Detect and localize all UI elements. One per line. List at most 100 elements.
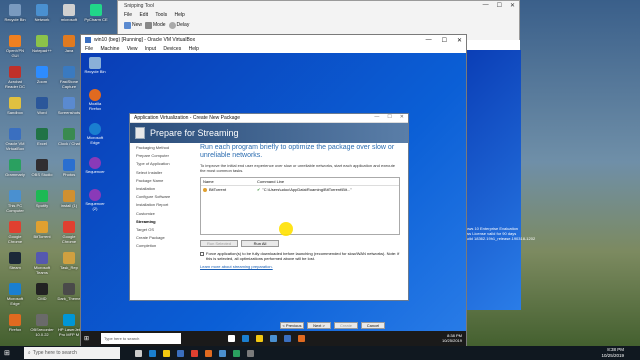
guest-firefox-icon[interactable]: Mozilla Firefox [84,89,106,111]
menu-view[interactable]: View [127,46,138,52]
minimize-icon[interactable]: — [426,37,432,44]
menu-input[interactable]: Input [145,46,156,52]
desktop-shortcut[interactable]: Sandbox [2,95,28,125]
dialog-banner: Prepare for Streaming [130,123,408,143]
host-taskbar-app-icon[interactable] [204,349,212,357]
desktop-shortcut[interactable]: Zoom [29,64,55,94]
guest-clock[interactable]: 8:38 PM 10/25/2019 [442,333,462,343]
host-taskbar-app-icon[interactable] [176,349,184,357]
desktop-shortcut[interactable]: FastStone Capture [56,64,82,94]
app-icon [9,159,21,171]
desktop-shortcut[interactable]: OpenVPN GUI [2,33,28,63]
desktop-shortcut[interactable]: Network [29,2,55,32]
desktop-shortcut[interactable]: HP LaserJet Pro MFP M [56,312,82,342]
new-button[interactable]: New [124,21,142,29]
snipping-tool-title: Snipping Tool [124,3,154,9]
learn-more-link[interactable]: Learn more about streaming preparation. [200,264,400,269]
guest-taskbar-app-icon[interactable] [284,335,292,342]
host-taskbar-app-icon[interactable] [190,349,198,357]
host-taskbar-app-icon[interactable] [148,349,156,357]
maximize-icon[interactable]: ☐ [387,114,391,120]
close-icon[interactable]: ✕ [457,37,462,44]
minimize-icon[interactable]: — [483,2,489,9]
scissors-icon [124,21,131,29]
desktop-shortcut[interactable]: Google Chrome [2,219,28,249]
windows-start-icon[interactable]: ⊞ [4,349,10,357]
delay-button[interactable]: Delay [168,21,189,29]
host-taskbar-app-icon[interactable] [246,349,254,357]
cancel-button[interactable]: Cancel [361,322,385,329]
run-selected-button[interactable]: Run Selected [200,240,238,247]
guest-taskbar-app-icon[interactable] [270,335,278,342]
desktop-shortcut[interactable]: Java [56,33,82,63]
desktop-shortcut[interactable]: Oracle VM VirtualBox [2,126,28,156]
desktop-shortcut[interactable]: Acrobat Reader DC [2,64,28,94]
guest-taskbar-app-icon[interactable] [242,335,250,342]
guest-search-box[interactable]: Type here to search [101,333,182,344]
guest-recycle-bin-icon[interactable]: Recycle Bin [84,57,106,74]
host-taskbar-app-icon[interactable] [162,349,170,357]
guest-taskbar-app-icon[interactable] [298,335,306,342]
create-button[interactable]: Create [334,322,358,329]
desktop-shortcut[interactable]: OBSrecorder 10.0.22 [29,312,55,342]
desktop-shortcut[interactable]: PyCharm CE [83,2,109,32]
table-row[interactable]: BitTorrent ✔ "C:\Users\udoc\AppData\Roam… [201,186,399,193]
desktop-shortcut[interactable]: Firefox [2,312,28,342]
host-taskbar-app-icon[interactable] [232,349,240,357]
menu-machine[interactable]: Machine [100,46,119,52]
guest-edge-icon[interactable]: Microsoft Edge [84,123,106,145]
guest-sequencer-icon[interactable]: Sequencer [84,157,106,174]
desktop-shortcut[interactable]: Notepad++ [29,33,55,63]
close-icon[interactable]: ✕ [400,114,404,120]
checkbox-box[interactable] [200,252,204,256]
menu-edit[interactable]: Edit [139,12,148,18]
desktop-shortcut[interactable]: Screenshots [56,95,82,125]
desktop-shortcut[interactable]: Grammarly [2,157,28,187]
next-button[interactable]: Next > [307,322,331,329]
desktop-shortcut[interactable]: BitTorrent [29,219,55,249]
mode-button[interactable]: Mode [145,21,166,29]
desktop-shortcut[interactable]: Clock / Chat [56,126,82,156]
desktop-shortcut[interactable]: OBS Studio [29,157,55,187]
menu-file[interactable]: File [85,46,93,52]
previous-button[interactable]: < Previous [280,322,304,329]
desktop-shortcut[interactable]: Task_Rep [56,250,82,280]
menu-tools[interactable]: Tools [155,12,167,18]
menu-file[interactable]: File [124,12,132,18]
desktop-shortcut[interactable]: This PC Computer [2,188,28,218]
menu-devices[interactable]: Devices [163,46,181,52]
guest-taskbar-app-icon[interactable] [228,335,236,342]
desktop-shortcut[interactable]: Dark_Theme [56,281,82,311]
guest-sequencer-2-icon[interactable]: Sequencer (2) [84,189,106,211]
host-taskbar-app-icon[interactable] [218,349,226,357]
desktop-shortcut[interactable]: Photos [56,157,82,187]
windows-start-icon[interactable]: ⊞ [84,335,89,342]
desktop-shortcut[interactable]: Google Chrome [56,219,82,249]
shortcut-label: Excel [37,141,47,146]
minimize-icon[interactable]: — [374,114,379,120]
maximize-icon[interactable]: ☐ [497,2,502,9]
desktop-shortcut[interactable]: Excel [29,126,55,156]
guest-taskbar-app-icon[interactable] [256,335,264,342]
desktop-shortcut[interactable]: microsoft [56,2,82,32]
force-download-checkbox[interactable]: Force application(s) to be fully downloa… [200,251,400,261]
desktop-shortcut[interactable]: install (1) [56,188,82,218]
desktop-shortcut[interactable]: Microsoft Teams [29,250,55,280]
app-icon [9,283,21,295]
desktop-shortcut[interactable]: Steam [2,250,28,280]
desktop-shortcut[interactable]: Spotify [29,188,55,218]
desktop-shortcut[interactable]: CMD [29,281,55,311]
menu-help[interactable]: Help [174,12,184,18]
menu-help[interactable]: Help [189,46,199,52]
desktop-shortcut[interactable]: Recycle Bin [2,2,28,32]
app-icon [9,97,21,109]
run-all-button[interactable]: Run All [241,240,279,247]
host-search-box[interactable]: ⌕ Type here to search [23,347,120,359]
close-icon[interactable]: ✕ [510,2,515,9]
host-taskbar-app-icon[interactable] [134,349,142,357]
desktop-shortcut[interactable]: Microsoft Edge [2,281,28,311]
maximize-icon[interactable]: ☐ [442,37,447,44]
shortcut-label: Clock / Chat [58,141,80,146]
desktop-shortcut[interactable]: Word [29,95,55,125]
host-clock[interactable]: 8:38 PM 10/25/2019 [601,347,624,359]
